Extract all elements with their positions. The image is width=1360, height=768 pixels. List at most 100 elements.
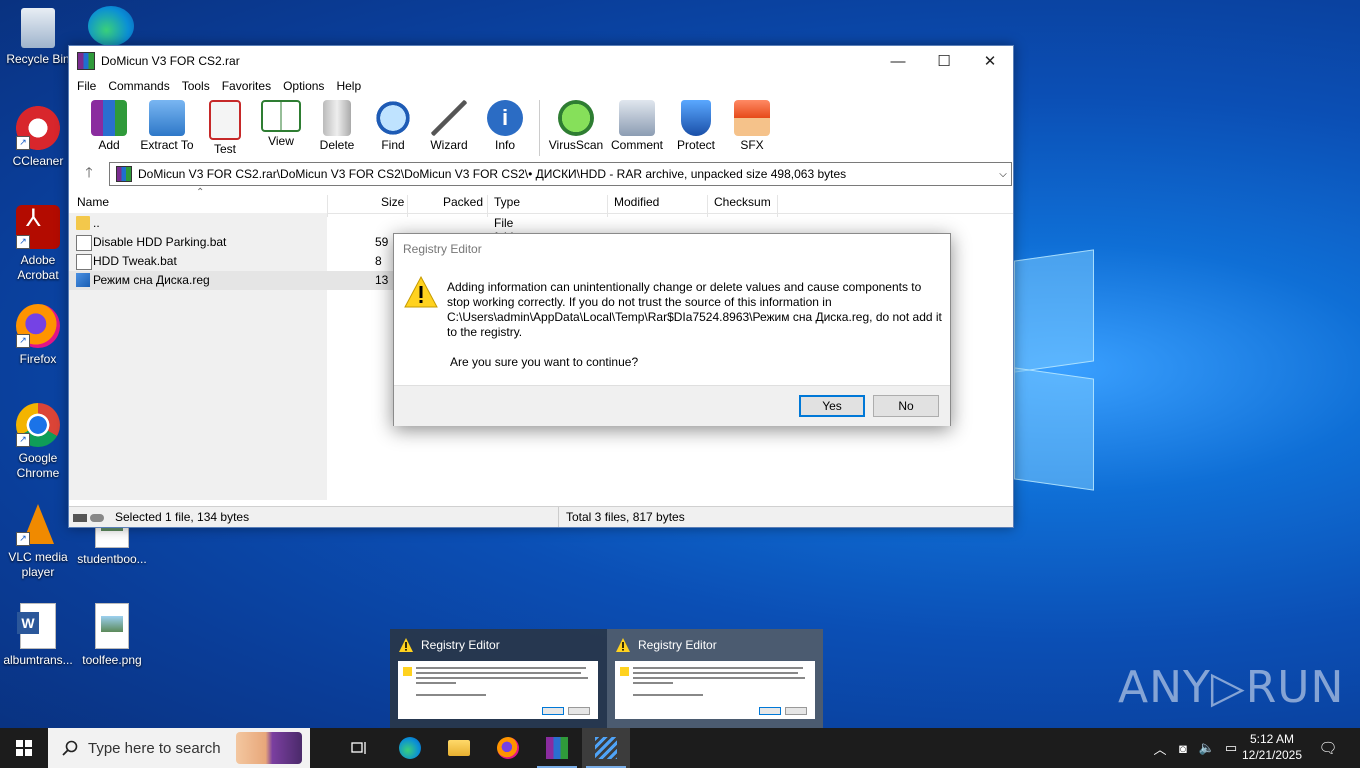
desktop-icon-albumtrans[interactable]: W albumtrans... (0, 603, 76, 668)
edge-desktop-icon[interactable] (88, 6, 134, 46)
firefox-icon (497, 737, 519, 759)
anyrun-watermark: ANY▷RUN (1118, 662, 1345, 713)
warning-icon (399, 638, 413, 652)
menu-tools[interactable]: Tools (176, 79, 216, 93)
edge-icon (399, 737, 421, 759)
winrar-app-icon (77, 52, 95, 70)
file-list-header: Name ⌃ Size Packed Type Modified Checksu… (69, 187, 1013, 217)
thumbnail-registry-editor-2[interactable]: Registry Editor (607, 629, 823, 728)
toolbar: Add Extract To Test View Delete Find Wiz… (69, 96, 1013, 160)
desktop-icon-vlc[interactable]: ↗ VLC media player (0, 502, 76, 580)
path-combobox[interactable]: DoMicun V3 FOR CS2.rar\DoMicun V3 FOR CS… (109, 162, 1012, 186)
acrobat-icon: ⅄ ↗ (16, 205, 60, 249)
desktop-icon-adobe-acrobat[interactable]: ⅄ ↗ Adobe Acrobat (0, 205, 76, 283)
sort-ascending-icon: ⌃ (196, 187, 205, 198)
wizard-button[interactable]: Wizard (421, 96, 477, 152)
meet-now-icon[interactable]: ◙ (1172, 728, 1194, 768)
thumbnail-preview (398, 661, 598, 719)
chrome-icon: ↗ (16, 403, 60, 447)
list-item[interactable]: HDD Tweak.bat 8 (69, 252, 399, 271)
virusscan-button[interactable]: VirusScan (546, 96, 606, 152)
list-item-selected[interactable]: Режим сна Диска.reg 13 (69, 271, 399, 290)
add-icon (91, 100, 127, 136)
list-item[interactable]: Disable HDD Parking.bat 59 (69, 233, 399, 252)
info-button[interactable]: i Info (477, 96, 533, 152)
menu-commands[interactable]: Commands (102, 79, 175, 93)
add-button[interactable]: Add (81, 96, 137, 152)
notification-icon[interactable]: 🗨 (1316, 728, 1340, 768)
find-button[interactable]: Find (365, 96, 421, 152)
comment-button[interactable]: Comment (606, 96, 668, 152)
volume-icon[interactable]: 🔈 (1196, 728, 1218, 768)
taskbar-firefox[interactable] (484, 728, 532, 768)
drive-icons (73, 511, 107, 522)
chevron-down-icon[interactable]: ⌵ (995, 169, 1011, 180)
column-modified[interactable]: Modified (614, 195, 659, 209)
sfx-box-icon (734, 100, 770, 136)
registry-editor-dialog: Registry Editor Adding information can u… (393, 233, 951, 426)
winrar-icon (546, 737, 568, 759)
task-view-button[interactable] (336, 728, 384, 768)
column-size[interactable]: Size (381, 195, 404, 209)
image-file-icon (95, 603, 129, 649)
title-bar[interactable]: DoMicun V3 FOR CS2.rar — ☐ ✕ (69, 46, 1013, 76)
extract-to-button[interactable]: Extract To (137, 96, 197, 152)
taskbar-search-box[interactable]: Type here to search (48, 728, 310, 768)
protect-button[interactable]: Protect (668, 96, 724, 152)
taskbar-file-explorer[interactable] (435, 728, 483, 768)
view-button[interactable]: View (253, 96, 309, 148)
column-name[interactable]: Name (77, 195, 109, 209)
dialog-button-bar: Yes No (394, 385, 950, 426)
dialog-message: Adding information can unintentionally c… (447, 280, 942, 339)
maximize-button[interactable]: ☐ (921, 46, 967, 76)
archive-path: DoMicun V3 FOR CS2.rar\DoMicun V3 FOR CS… (138, 167, 847, 181)
shortcut-arrow-icon: ↗ (16, 235, 30, 249)
column-type[interactable]: Type (494, 195, 520, 209)
list-item-parent[interactable]: .. File folder (69, 214, 524, 244)
no-button[interactable]: No (873, 395, 939, 417)
taskbar-winrar[interactable] (533, 728, 581, 768)
sfx-button[interactable]: SFX (724, 96, 780, 152)
search-icon (62, 740, 78, 756)
registry-editor-icon (595, 737, 617, 759)
desktop-icon-firefox[interactable]: ↗ Firefox (0, 304, 76, 367)
wallpaper-windows-logo (1012, 249, 1094, 491)
menu-favorites[interactable]: Favorites (216, 79, 277, 93)
status-selection: Selected 1 file, 134 bytes (115, 510, 250, 524)
shield-icon (681, 100, 711, 136)
taskbar-clock[interactable]: 5:12 AM 12/21/2025 (1232, 731, 1312, 763)
delete-button[interactable]: Delete (309, 96, 365, 152)
show-hidden-icons-chevron[interactable]: ︿ (1150, 728, 1170, 768)
window-title: DoMicun V3 FOR CS2.rar (101, 54, 240, 68)
firefox-icon: ↗ (16, 304, 60, 348)
taskbar-registry-editor[interactable] (582, 728, 630, 768)
menu-help[interactable]: Help (330, 79, 367, 93)
desktop-icon-toolfee[interactable]: toolfee.png (74, 603, 150, 668)
minimize-button[interactable]: — (875, 46, 921, 76)
taskbar-edge[interactable] (386, 728, 434, 768)
menu-file[interactable]: File (71, 79, 102, 93)
thumbnail-registry-editor-1[interactable]: Registry Editor (390, 629, 606, 728)
start-button[interactable] (0, 728, 48, 768)
batch-file-icon (76, 254, 92, 270)
desktop-icon-google-chrome[interactable]: ↗ Google Chrome (0, 403, 76, 481)
warning-icon (616, 638, 630, 652)
shortcut-arrow-icon: ↗ (16, 433, 30, 447)
desktop-icon-ccleaner[interactable]: ↗ CCleaner (0, 106, 76, 169)
up-arrow-icon[interactable]: 🡑 (69, 162, 109, 186)
magic-wand-icon (431, 100, 467, 136)
column-packed[interactable]: Packed (443, 195, 483, 209)
comment-icon (619, 100, 655, 136)
archive-icon (116, 166, 132, 182)
status-total: Total 3 files, 817 bytes (566, 510, 685, 524)
close-button[interactable]: ✕ (967, 46, 1013, 76)
taskbar-thumbnail-popup: Registry Editor Registry Editor (390, 629, 823, 728)
menu-options[interactable]: Options (277, 79, 330, 93)
column-checksum[interactable]: Checksum (714, 195, 771, 209)
yes-button[interactable]: Yes (799, 395, 865, 417)
folder-icon (76, 216, 90, 230)
recycle-bin-icon (21, 8, 55, 48)
test-button[interactable]: Test (197, 96, 253, 156)
desktop-icon-recycle-bin[interactable]: Recycle Bin (0, 8, 76, 67)
view-book-icon (261, 100, 301, 132)
